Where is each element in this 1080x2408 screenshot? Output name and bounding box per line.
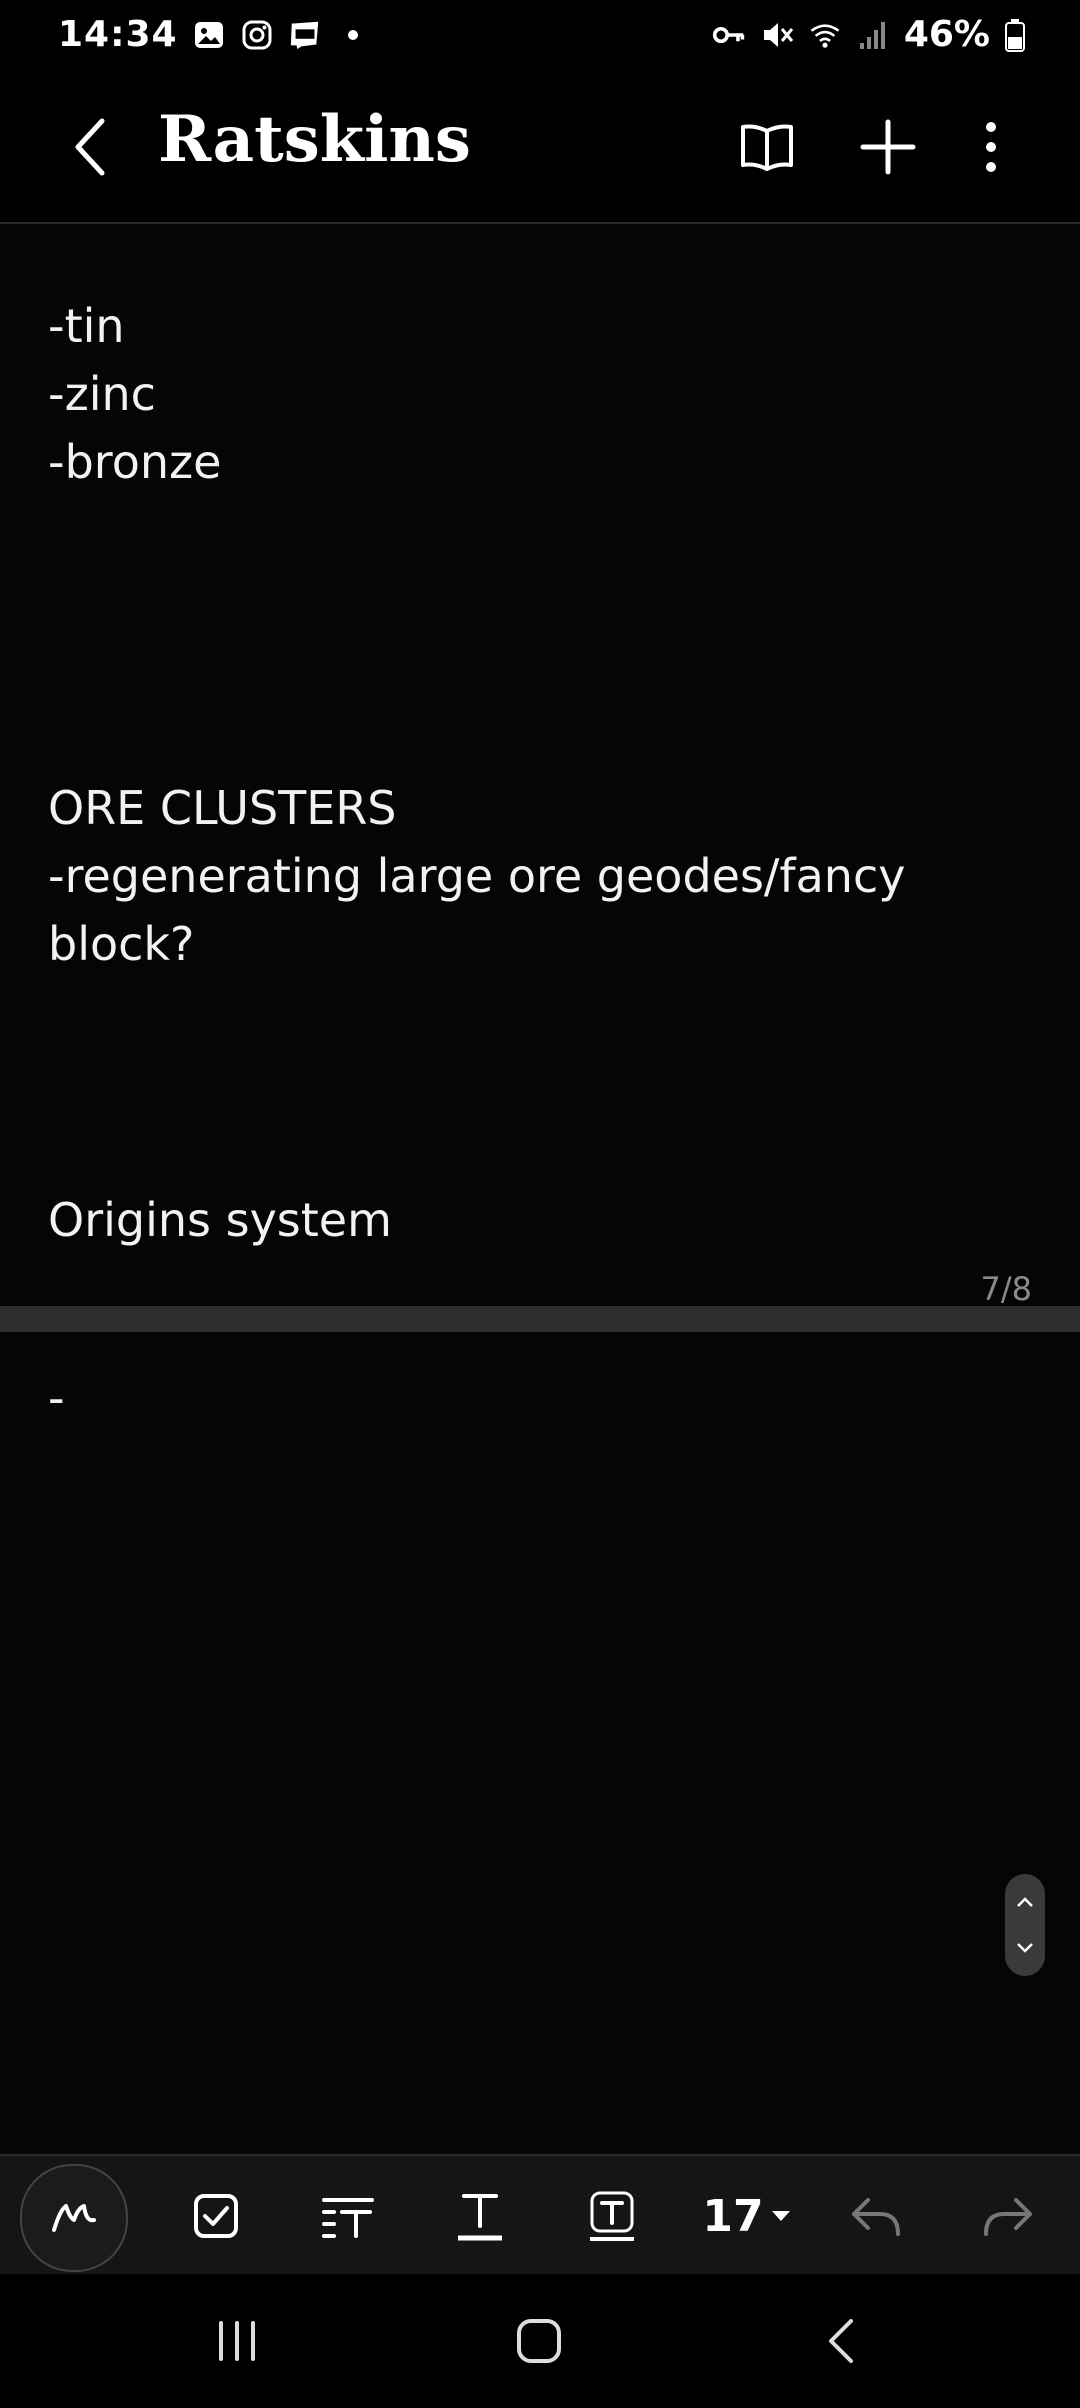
note-line[interactable]: -tin (48, 292, 125, 360)
note-line[interactable]: -bronze (48, 428, 221, 496)
recents-button[interactable] (192, 2304, 282, 2378)
note-line[interactable]: -regenerating large ore geodes/fancy (48, 842, 905, 910)
text-box-button[interactable] (564, 2168, 660, 2264)
more-vert-icon (986, 122, 996, 172)
font-size-value: 17 (702, 2190, 764, 2242)
page-separator (0, 1306, 1080, 1332)
note-title: Ratskins (158, 102, 471, 177)
battery-percent: 46% (903, 14, 990, 55)
note-page-7[interactable]: -tin -zinc -bronze ORE CLUSTERS -regener… (0, 224, 1080, 1308)
checkbox-icon (194, 2194, 238, 2238)
book-icon (741, 124, 793, 171)
instagram-icon (240, 18, 274, 52)
back-arrow-icon (75, 118, 105, 176)
chevron-down-icon (771, 2211, 790, 2221)
text-format-button[interactable] (300, 2168, 396, 2264)
text-format-icon (322, 2198, 374, 2238)
page-scroll-handle[interactable] (1005, 1874, 1045, 1976)
chevron-down-icon (1005, 1928, 1045, 1968)
more-options-button[interactable] (958, 114, 1024, 180)
battery-icon (1004, 18, 1026, 52)
status-left: 14:34 (58, 14, 370, 55)
vpn-key-icon (712, 18, 746, 52)
note-line[interactable]: ORE CLUSTERS (48, 774, 397, 842)
add-icon (860, 119, 916, 175)
pen-icon (52, 2204, 96, 2232)
system-nav-bar (0, 2274, 1080, 2408)
webtoon-icon (288, 18, 322, 52)
add-page-button[interactable] (855, 114, 921, 180)
status-time: 14:34 (58, 14, 178, 55)
note-line[interactable]: block? (48, 910, 194, 978)
note-line[interactable]: - (48, 1364, 65, 1432)
status-right: 46% (712, 14, 1026, 55)
undo-icon (852, 2198, 900, 2236)
checkbox-button[interactable] (168, 2168, 264, 2264)
pen-mode-button[interactable] (20, 2164, 128, 2272)
app-bar: Ratskins (0, 72, 1080, 224)
chevron-up-icon (1005, 1882, 1045, 1922)
signal-icon (856, 18, 890, 52)
editor-toolbar: 17 (0, 2154, 1080, 2276)
gallery-icon (192, 18, 226, 52)
page-indicator: 7/8 (980, 1270, 1033, 1308)
redo-button[interactable] (960, 2168, 1056, 2264)
note-line[interactable]: Origins system (48, 1186, 392, 1254)
note-page-8[interactable]: - (0, 1332, 1080, 2154)
reading-mode-button[interactable] (734, 114, 800, 180)
status-bar: 14:34 46% (0, 0, 1080, 72)
text-underline-icon (458, 2194, 502, 2241)
mute-icon (760, 18, 794, 52)
recents-icon (219, 2321, 255, 2361)
note-line[interactable]: -zinc (48, 360, 156, 428)
text-underline-button[interactable] (432, 2168, 528, 2264)
dot-icon (336, 18, 370, 52)
home-button[interactable] (494, 2304, 584, 2378)
home-icon (517, 2319, 561, 2363)
undo-button[interactable] (828, 2168, 924, 2264)
wifi-icon (808, 18, 842, 52)
nav-back-button[interactable] (796, 2304, 886, 2378)
back-button[interactable] (60, 114, 120, 180)
back-icon (829, 2319, 853, 2363)
text-box-icon (590, 2191, 634, 2241)
redo-icon (984, 2198, 1032, 2236)
font-size-selector[interactable]: 17 (692, 2168, 802, 2264)
